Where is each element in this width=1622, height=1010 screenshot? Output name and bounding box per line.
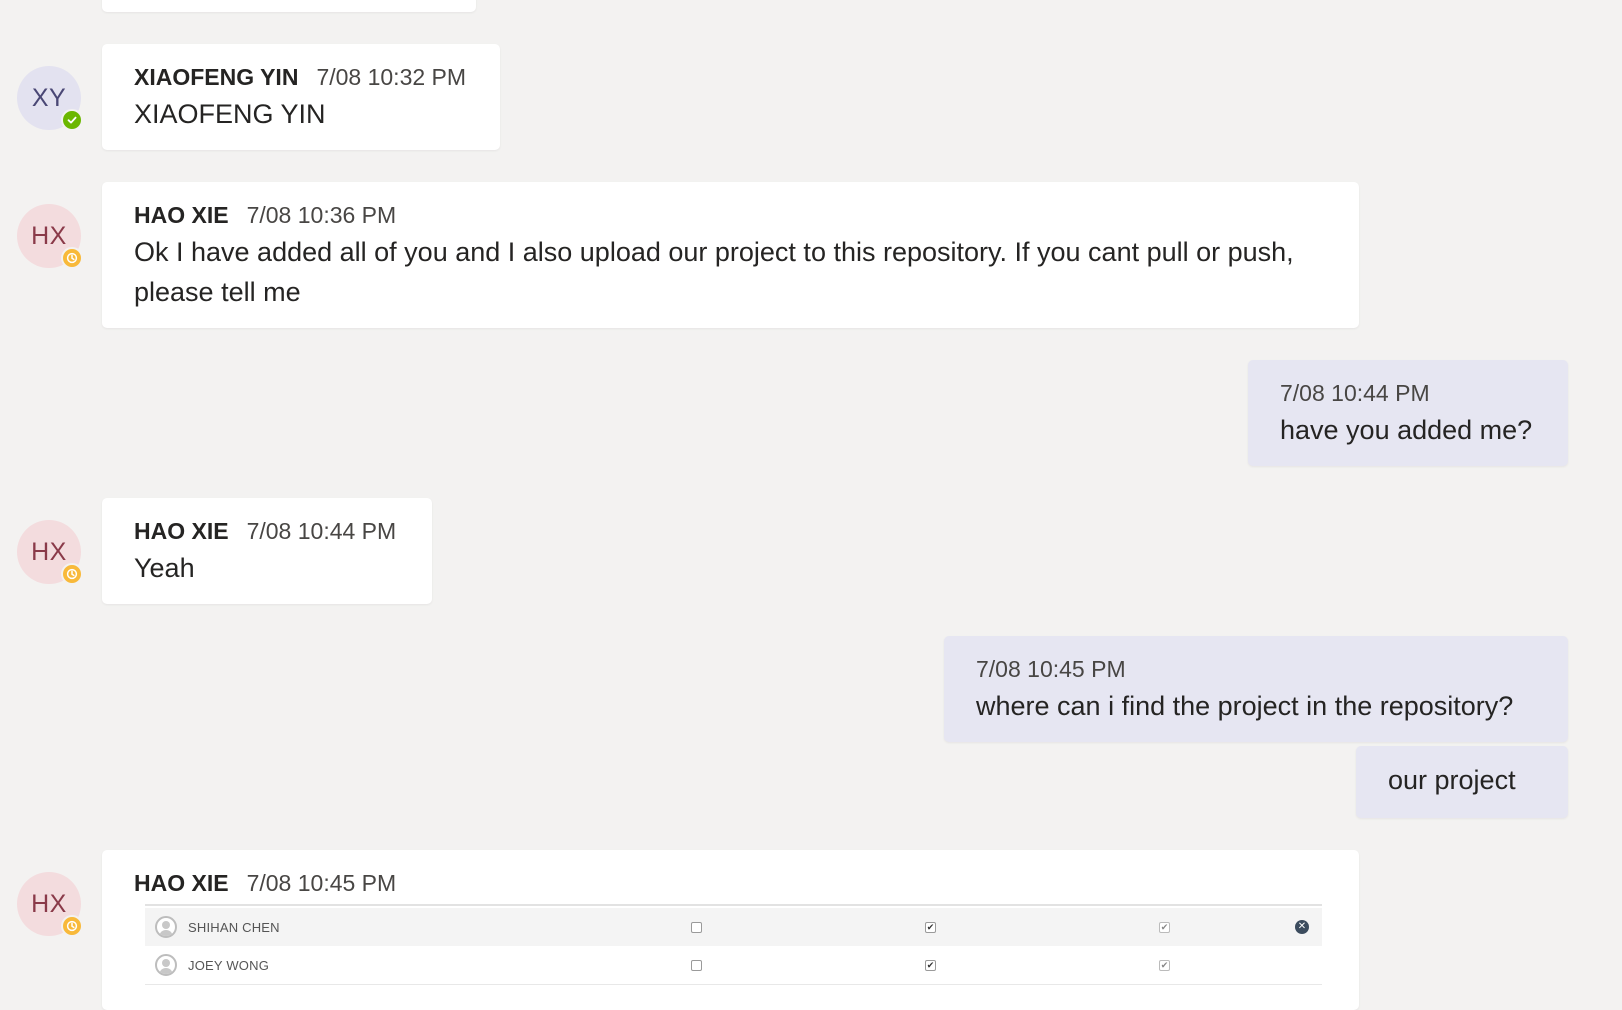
away-status-icon xyxy=(61,247,83,269)
avatar-initials: HX xyxy=(31,889,67,918)
message-timestamp: 7/08 10:36 PM xyxy=(246,202,397,228)
message-text: where can i find the project in the repo… xyxy=(976,691,1514,721)
message-author[interactable]: XIAOFENG YIN xyxy=(134,64,298,90)
close-circle-icon: ✕ xyxy=(1295,920,1309,934)
avatar-initials: HX xyxy=(31,537,67,566)
shared-screenshot-image[interactable]: SHIHAN CHEN ✕ JOEY WONG xyxy=(145,904,1322,994)
avatar-hao-xie[interactable]: HX xyxy=(17,872,83,937)
message-header: 7/08 10:44 PM xyxy=(1280,378,1536,408)
message-timestamp: 7/08 10:44 PM xyxy=(246,518,397,544)
message-timestamp: 7/08 10:45 PM xyxy=(246,870,397,896)
own-message-card[interactable]: our project xyxy=(1356,746,1568,818)
message-text: our project xyxy=(1388,765,1516,795)
away-status-icon xyxy=(61,915,83,937)
avatar-hao-xie[interactable]: HX xyxy=(17,520,83,585)
message-header: HAO XIE 7/08 10:36 PM xyxy=(134,200,1327,230)
own-message-card[interactable]: 7/08 10:45 PM where can i find the proje… xyxy=(944,636,1568,742)
checked-checkbox-icon xyxy=(1159,959,1170,971)
message-timestamp: 7/08 10:44 PM xyxy=(1280,380,1430,406)
checkbox-icon xyxy=(691,921,702,933)
message-header: 7/08 10:45 PM xyxy=(976,654,1536,684)
table-row: SHIHAN CHEN ✕ xyxy=(145,908,1322,947)
avatar-hao-xie[interactable]: HX xyxy=(17,204,83,269)
message-author[interactable]: HAO XIE xyxy=(134,870,229,896)
table-row: JOEY WONG xyxy=(145,946,1322,985)
user-avatar-icon xyxy=(155,916,177,938)
message-text: Ok I have added all of you and I also up… xyxy=(134,237,1294,307)
checked-checkbox-icon xyxy=(925,959,936,971)
message-text: have you added me? xyxy=(1280,415,1533,445)
message-author[interactable]: HAO XIE xyxy=(134,518,229,544)
checkbox-icon xyxy=(691,959,702,971)
message-text: XIAOFENG YIN xyxy=(134,99,326,129)
avatar-initials: HX xyxy=(31,221,67,250)
member-name: JOEY WONG xyxy=(188,957,270,973)
message-text: Yeah xyxy=(134,553,195,583)
checked-checkbox-icon xyxy=(1159,921,1170,933)
member-name: SHIHAN CHEN xyxy=(188,919,280,935)
message-author[interactable]: HAO XIE xyxy=(134,202,229,228)
checked-checkbox-icon xyxy=(925,921,936,933)
available-status-icon xyxy=(61,109,83,131)
message-card[interactable]: HAO XIE 7/08 10:44 PM Yeah xyxy=(102,498,432,604)
message-header: XIAOFENG YIN 7/08 10:32 PM xyxy=(134,62,468,92)
message-timestamp: 7/08 10:32 PM xyxy=(316,64,467,90)
own-message-card[interactable]: 7/08 10:44 PM have you added me? xyxy=(1248,360,1568,466)
message-header: HAO XIE 7/08 10:45 PM xyxy=(134,868,1327,898)
avatar-xiaofeng-yin[interactable]: XY xyxy=(17,66,83,131)
message-card[interactable]: HAO XIE 7/08 10:36 PM Ok I have added all… xyxy=(102,182,1359,328)
previous-message-card xyxy=(102,0,476,12)
user-avatar-icon xyxy=(155,954,177,976)
message-header: HAO XIE 7/08 10:44 PM xyxy=(134,516,400,546)
message-timestamp: 7/08 10:45 PM xyxy=(976,656,1126,682)
message-card[interactable]: XIAOFENG YIN 7/08 10:32 PM XIAOFENG YIN xyxy=(102,44,500,150)
avatar-initials: XY xyxy=(31,83,67,112)
away-status-icon xyxy=(61,563,83,585)
